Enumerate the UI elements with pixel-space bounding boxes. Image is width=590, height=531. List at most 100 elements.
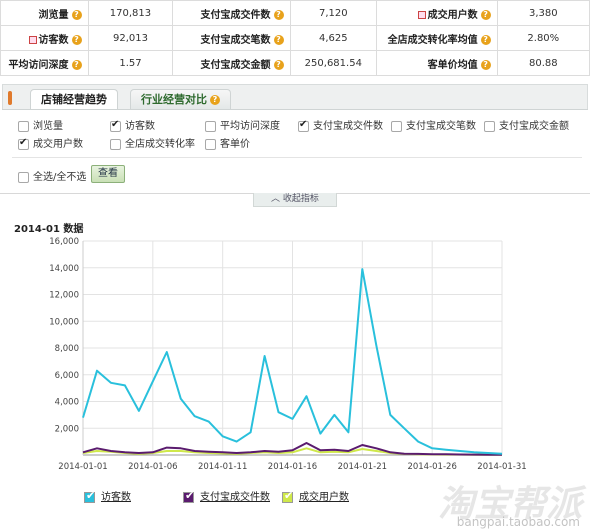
legend-checkbox[interactable] xyxy=(282,489,293,503)
checkbox[interactable] xyxy=(110,119,121,132)
metric-option-label: 支付宝成交件数 xyxy=(313,121,383,132)
stat-label-text: 访客数 xyxy=(38,34,69,46)
stats-row: 浏览量? 170,813 支付宝成交件数? 7,120 成交用户数? 3,380 xyxy=(0,0,590,26)
divider xyxy=(12,157,582,158)
tab-marker xyxy=(8,91,12,105)
x-tick-label: 2014-01-01 xyxy=(58,462,107,472)
legend-label: 支付宝成交件数 xyxy=(200,492,270,503)
panel-border xyxy=(2,109,588,110)
legend-items[interactable]: 支付宝成交件数 xyxy=(183,488,270,503)
stat-label-text: 支付宝成交件数 xyxy=(200,9,271,21)
metric-option[interactable]: 支付宝成交笔数 xyxy=(391,117,476,132)
checkbox[interactable] xyxy=(298,119,309,132)
checkbox[interactable] xyxy=(391,120,402,132)
metric-option-label: 成交用户数 xyxy=(33,139,83,150)
help-icon[interactable]: ? xyxy=(273,9,284,20)
metric-option[interactable]: 浏览量 xyxy=(18,117,63,132)
stat-value: 1.57 xyxy=(87,50,174,76)
stat-label: 支付宝成交笔数? xyxy=(172,25,291,51)
x-tick-label: 2014-01-26 xyxy=(407,462,456,472)
collapse-label: 收起指标 xyxy=(282,194,319,204)
metric-option[interactable]: 成交用户数 xyxy=(18,135,83,150)
chevron-up-icon: ︿ xyxy=(271,194,283,204)
stat-value: 3,380 xyxy=(496,0,590,26)
stat-value: 80.88 xyxy=(496,50,590,76)
stat-label: 支付宝成交件数? xyxy=(172,0,291,26)
help-icon[interactable]: ? xyxy=(71,34,82,45)
flag-icon xyxy=(28,35,37,44)
help-icon[interactable]: ? xyxy=(71,9,82,20)
stat-label: 成交用户数? xyxy=(376,0,498,26)
stat-value: 4,625 xyxy=(289,25,378,51)
help-icon[interactable]: ? xyxy=(273,59,284,70)
y-tick-label: 16,000 xyxy=(49,237,79,247)
y-tick-label: 10,000 xyxy=(49,317,79,327)
help-icon[interactable]: ? xyxy=(480,9,491,20)
tab-store-trend-label: 店铺经营趋势 xyxy=(41,93,107,106)
select-all-option[interactable]: 全选/全不选 xyxy=(18,168,86,183)
y-tick-label: 12,000 xyxy=(49,291,79,301)
metric-option[interactable]: 支付宝成交件数 xyxy=(298,117,383,132)
checkbox[interactable] xyxy=(18,120,29,132)
stat-label-text: 成交用户数 xyxy=(427,9,478,21)
legend-checkbox[interactable] xyxy=(183,489,194,503)
stat-value: 250,681.54 xyxy=(289,50,378,76)
checkbox[interactable] xyxy=(205,120,216,132)
legend-buyers[interactable]: 成交用户数 xyxy=(282,488,349,503)
metric-option[interactable]: 全店成交转化率 xyxy=(110,135,195,150)
help-icon[interactable]: ? xyxy=(71,59,82,70)
metric-option-label: 客单价 xyxy=(220,139,250,150)
stat-value: 2.80% xyxy=(496,25,590,51)
y-tick-label: 8,000 xyxy=(55,344,79,354)
metric-option[interactable]: 平均访问深度 xyxy=(205,117,280,132)
x-tick-label: 2014-01-11 xyxy=(198,462,247,472)
legend-label: 成交用户数 xyxy=(299,492,349,503)
x-tick-label: 2014-01-06 xyxy=(128,462,177,472)
tab-industry-compare[interactable]: 行业经营对比? xyxy=(130,89,231,110)
help-icon[interactable]: ? xyxy=(210,95,220,105)
stat-label: 客单价均值? xyxy=(376,50,498,76)
tab-store-trend[interactable]: 店铺经营趋势 xyxy=(30,89,118,110)
x-tick-label: 2014-01-16 xyxy=(268,462,317,472)
metric-option[interactable]: 访客数 xyxy=(110,117,155,132)
metric-option-label: 支付宝成交金额 xyxy=(499,121,569,132)
legend-visitors[interactable]: 访客数 xyxy=(84,488,131,503)
line-chart: 16,000 14,000 12,000 10,000 8,000 6,000 4,000 2… xyxy=(49,237,526,472)
help-icon[interactable]: ? xyxy=(480,34,491,45)
stat-value: 7,120 xyxy=(289,0,378,26)
x-tick-label: 2014-01-21 xyxy=(338,462,387,472)
stat-label: 全店成交转化率均值? xyxy=(376,25,498,51)
view-button[interactable]: 查看 xyxy=(91,165,125,183)
checkbox[interactable] xyxy=(18,171,29,183)
checkbox[interactable] xyxy=(205,138,216,150)
metric-option-label: 平均访问深度 xyxy=(220,121,280,132)
stat-label: 平均访问深度? xyxy=(0,50,89,76)
metric-option[interactable]: 客单价 xyxy=(205,135,250,150)
watermark-url: bangpai.taobao.com xyxy=(456,515,580,529)
metric-option[interactable]: 支付宝成交金额 xyxy=(484,117,569,132)
stats-row: 访客数? 92,013 支付宝成交笔数? 4,625 全店成交转化率均值? 2.80% xyxy=(0,25,590,51)
stat-label-text: 支付宝成交笔数 xyxy=(200,34,271,46)
collapse-metrics-button[interactable]: ︿ 收起指标 xyxy=(253,193,337,207)
stats-table: 浏览量? 170,813 支付宝成交件数? 7,120 成交用户数? 3,380 访客数? 9… xyxy=(0,0,590,76)
checkbox[interactable] xyxy=(18,137,29,150)
stat-label-text: 客单价均值 xyxy=(427,59,478,71)
stat-label: 支付宝成交金额? xyxy=(172,50,291,76)
legend-label: 访客数 xyxy=(101,492,131,503)
tab-industry-compare-label: 行业经营对比 xyxy=(141,93,207,106)
metric-option-label: 访客数 xyxy=(125,121,155,132)
y-tick-label: 2,000 xyxy=(55,424,79,434)
checkbox[interactable] xyxy=(110,138,121,150)
stat-label: 访客数? xyxy=(0,25,89,51)
stat-value: 92,013 xyxy=(87,25,174,51)
y-tick-label: 6,000 xyxy=(55,371,79,381)
x-tick-label: 2014-01-31 xyxy=(477,462,526,472)
help-icon[interactable]: ? xyxy=(273,34,284,45)
stat-value: 170,813 xyxy=(87,0,174,26)
help-icon[interactable]: ? xyxy=(480,59,491,70)
metric-option-label: 浏览量 xyxy=(33,121,63,132)
checkbox[interactable] xyxy=(484,120,495,132)
stat-label-text: 浏览量 xyxy=(38,9,69,21)
metric-option-label: 全店成交转化率 xyxy=(125,139,195,150)
legend-checkbox[interactable] xyxy=(84,489,95,503)
